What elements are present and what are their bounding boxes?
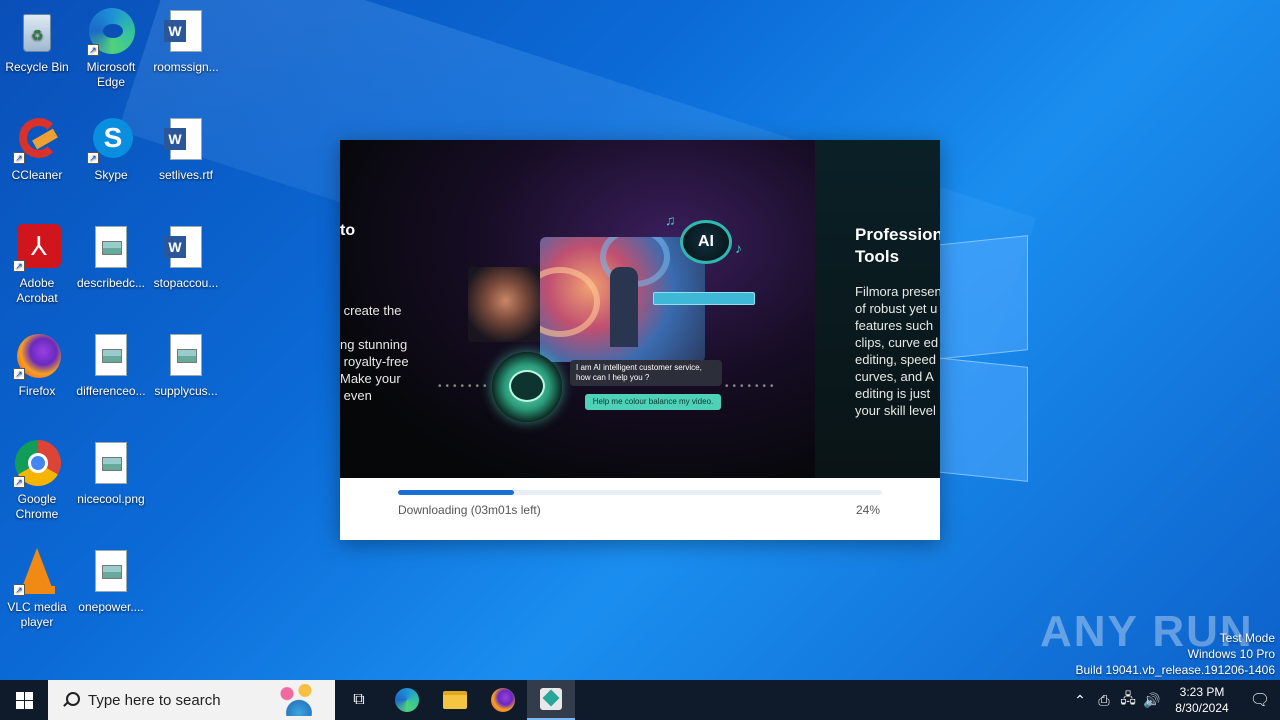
desktop-icon-label: setlives.rtf: [158, 168, 213, 182]
desktop-icon-acrobat[interactable]: ⅄ ↗ Adobe Acrobat: [0, 224, 76, 306]
show-hidden-icons-chevron-icon[interactable]: ⌃: [1068, 692, 1092, 709]
search-placeholder: Type here to search: [88, 691, 221, 709]
progress-bar: [398, 490, 882, 495]
desktop-icon-onepower[interactable]: onepower....: [72, 548, 150, 615]
progress-bar-fill: [398, 490, 515, 495]
desktop-icon-label: Adobe Acrobat: [16, 276, 58, 305]
music-note-icon: ♪: [735, 240, 742, 256]
vlc-icon: ↗: [13, 548, 61, 596]
test-mode-label: Test Mode: [1219, 631, 1275, 645]
volume-icon[interactable]: 🔊: [1140, 692, 1164, 709]
desktop-icon-label: differenceo...: [76, 384, 146, 398]
desktop-icon-label: supplycus...: [154, 384, 218, 398]
desktop-icon-label: roomssign...: [153, 60, 219, 74]
desktop-icon-ccleaner[interactable]: ↗ CCleaner: [0, 116, 76, 183]
taskbar: Type here to search ⧉ ⌃ ⎙ 🖧 🔊 3:23 PM 8/…: [0, 680, 1280, 720]
desktop-icon-label: Firefox: [18, 384, 56, 398]
promo-carousel[interactable]: to create the ng stunning royalty-free M…: [340, 140, 940, 478]
slide-right-body: Filmora presen of robust yet u features …: [855, 284, 940, 418]
filmora-installer-icon: [540, 688, 562, 710]
clock-time: 3:23 PM: [1179, 685, 1225, 699]
timeline-clip-bar: [653, 292, 755, 305]
ai-chat-bubble: I am AI intelligent customer service, ho…: [570, 360, 722, 386]
desktop-icon-label: describedc...: [76, 276, 146, 290]
folder-icon: [443, 691, 467, 709]
decor-dots-right: •••••••: [725, 381, 778, 392]
slide-left-title: to: [340, 222, 356, 239]
person-photo: [468, 267, 543, 342]
acrobat-icon: ⅄ ↗: [13, 224, 61, 272]
build-label: Build 19041.vb_release.191206-1406: [1075, 663, 1276, 677]
system-tray: ⌃ ⎙ 🖧 🔊 3:23 PM 8/30/2024 🗨: [1068, 680, 1280, 720]
search-highlight-icon: [269, 684, 329, 716]
windows-logo-wallpaper: [935, 235, 1030, 482]
search-icon: [62, 692, 80, 708]
taskbar-installer-button[interactable]: [527, 680, 575, 720]
task-view-button[interactable]: ⧉: [335, 680, 383, 720]
desktop-icon-skype[interactable]: S ↗ Skype: [72, 116, 150, 183]
task-view-icon: ⧉: [353, 691, 365, 708]
network-icon[interactable]: 🖧: [1116, 688, 1140, 712]
slide-left-body: create the ng stunning royalty-free Make…: [340, 303, 409, 403]
start-button[interactable]: [0, 680, 48, 720]
desktop-icon-roomssign[interactable]: W roomssign...: [147, 8, 225, 75]
desktop-icon-label: CCleaner: [11, 168, 63, 182]
device-tray-icon[interactable]: ⎙: [1092, 692, 1116, 709]
notification-center-icon[interactable]: 🗨: [1240, 690, 1280, 710]
desktop-icon-label: Skype: [94, 168, 128, 182]
ai-assistant-orb-icon: [492, 352, 562, 422]
windows-build-info: Test Mode Windows 10 Pro Build 19041.vb_…: [1076, 630, 1276, 678]
desktop-icon-label: VLC media player: [7, 600, 67, 629]
desktop-icon-recycle-bin[interactable]: ♻ Recycle Bin: [0, 8, 76, 75]
desktop-icon-nicecool[interactable]: nicecool.png: [72, 440, 150, 507]
music-note-icon: ♫: [665, 212, 676, 228]
word-doc-icon: W: [162, 224, 210, 272]
desktop-icon-chrome[interactable]: ↗ Google Chrome: [0, 440, 76, 522]
image-file-icon: [87, 548, 135, 596]
desktop-icon-label: Microsoft Edge: [86, 60, 136, 89]
edge-icon: [395, 688, 419, 712]
word-doc-icon: W: [162, 116, 210, 164]
image-file-icon: [162, 332, 210, 380]
recycle-bin-icon: ♻: [13, 8, 61, 56]
desktop-icon-label: stopaccou...: [153, 276, 219, 290]
desktop-icon-edge[interactable]: ↗ Microsoft Edge: [72, 8, 150, 90]
firefox-icon: ↗: [13, 332, 61, 380]
taskbar-search-box[interactable]: Type here to search: [48, 680, 335, 720]
download-progress-area: Downloading (03m01s left) 24%: [340, 478, 940, 540]
firefox-icon: [491, 688, 515, 712]
ai-chat-reply: Help me colour balance my video.: [585, 394, 721, 410]
taskbar-firefox-button[interactable]: [479, 680, 527, 720]
desktop-icon-vlc[interactable]: ↗ VLC media player: [0, 548, 76, 630]
desktop-icon-differenceo[interactable]: differenceo...: [72, 332, 150, 399]
desktop-icon-firefox[interactable]: ↗ Firefox: [0, 332, 76, 399]
desktop-icon-describedc[interactable]: describedc...: [72, 224, 150, 291]
word-doc-icon: W: [162, 8, 210, 56]
clock-date: 8/30/2024: [1175, 701, 1229, 715]
desktop-icon-stopaccou[interactable]: W stopaccou...: [147, 224, 225, 291]
desktop-icon-label: Google Chrome: [15, 492, 59, 521]
slide-right-title: Profession Tools: [855, 225, 940, 266]
image-file-icon: [87, 332, 135, 380]
desktop-icon-setlives[interactable]: W setlives.rtf: [147, 116, 225, 183]
desktop-icon-label: nicecool.png: [77, 492, 145, 506]
taskbar-explorer-button[interactable]: [431, 680, 479, 720]
filmora-installer-window[interactable]: to create the ng stunning royalty-free M…: [340, 140, 940, 540]
image-file-icon: [87, 224, 135, 272]
desktop-icon-supplycus[interactable]: supplycus...: [147, 332, 225, 399]
progress-percent: 24%: [855, 503, 880, 517]
edge-icon: ↗: [87, 8, 135, 56]
chrome-icon: ↗: [13, 440, 61, 488]
ccleaner-icon: ↗: [13, 116, 61, 164]
decor-dots-left: •••••••: [438, 381, 491, 392]
skype-icon: S ↗: [87, 116, 135, 164]
desktop-icon-label: onepower....: [78, 600, 144, 614]
os-label: Windows 10 Pro: [1187, 647, 1275, 661]
ai-headphones-badge: AI: [680, 220, 732, 264]
progress-label: Downloading (03m01s left): [398, 503, 541, 517]
image-file-icon: [87, 440, 135, 488]
taskbar-edge-button[interactable]: [383, 680, 431, 720]
taskbar-clock[interactable]: 3:23 PM 8/30/2024: [1164, 684, 1240, 716]
desktop-icon-label: Recycle Bin: [5, 60, 69, 74]
